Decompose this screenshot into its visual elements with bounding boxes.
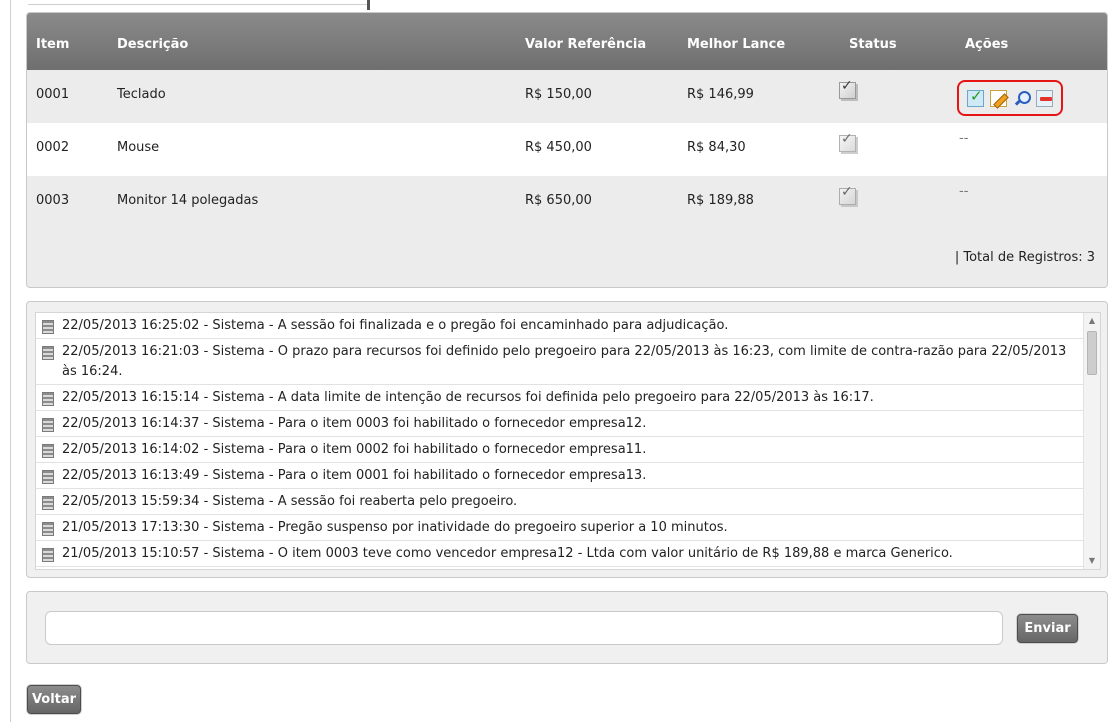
zoom-icon[interactable] [1013, 90, 1031, 107]
items-table-panel: Item Descrição Valor Referência Melhor L… [26, 12, 1108, 288]
scroll-thumb[interactable] [1087, 331, 1097, 375]
top-divider [28, 0, 370, 10]
scroll-up-arrow-icon[interactable]: ▲ [1084, 313, 1100, 329]
log-text: 21/05/2013 17:13:30 - Sistema - Pregão s… [62, 520, 728, 535]
log-list: 22/05/2013 16:25:02 - Sistema - A sessão… [36, 313, 1084, 567]
cell-item: 0002 [36, 140, 70, 155]
document-icon [42, 418, 54, 432]
cell-acoes: -- [959, 131, 969, 146]
log-panel: 22/05/2013 16:25:02 - Sistema - A sessão… [26, 301, 1108, 578]
status-cell [839, 184, 856, 209]
cell-descricao: Monitor 14 polegadas [117, 193, 259, 208]
page-left-border [10, 0, 11, 722]
cell-melhor-lance: R$ 84,30 [687, 140, 746, 155]
log-entry: 22/05/2013 16:15:14 - Sistema - A data l… [36, 385, 1084, 411]
actions-highlight [957, 80, 1063, 116]
log-text: 22/05/2013 15:59:34 - Sistema - A sessão… [62, 494, 518, 509]
cell-melhor-lance: R$ 189,88 [687, 193, 754, 208]
document-icon [42, 470, 54, 484]
header-melhor-lance: Melhor Lance [687, 37, 786, 52]
log-text: 22/05/2013 16:21:03 - Sistema - O prazo … [62, 344, 1067, 379]
log-text: 22/05/2013 16:13:49 - Sistema - Para o i… [62, 468, 647, 483]
checklist-icon [839, 184, 856, 205]
table-row: 0001 Teclado R$ 150,00 R$ 146,99 [27, 70, 1107, 123]
cell-valor-referencia: R$ 650,00 [525, 193, 592, 208]
checklist-icon [839, 78, 856, 99]
approve-icon[interactable] [967, 87, 984, 107]
document-icon [42, 496, 54, 510]
document-icon [42, 392, 54, 406]
log-entry: 22/05/2013 15:59:34 - Sistema - A sessão… [36, 489, 1084, 515]
table-header: Item Descrição Valor Referência Melhor L… [27, 13, 1107, 70]
log-entry: 22/05/2013 16:21:03 - Sistema - O prazo … [36, 339, 1084, 385]
log-scrollbar[interactable]: ▲ ▼ [1083, 313, 1100, 569]
remove-icon[interactable] [1036, 89, 1053, 107]
log-list-container[interactable]: 22/05/2013 16:25:02 - Sistema - A sessão… [35, 312, 1101, 570]
cell-descricao: Teclado [117, 87, 166, 102]
cell-acoes: -- [959, 184, 969, 199]
cell-valor-referencia: R$ 450,00 [525, 140, 592, 155]
header-status: Status [849, 37, 897, 52]
total-registros: | Total de Registros: 3 [954, 250, 1095, 265]
scroll-down-arrow-icon[interactable]: ▼ [1084, 553, 1100, 569]
header-descricao: Descrição [117, 37, 189, 52]
actions-cell [957, 80, 1063, 116]
header-item: Item [36, 37, 70, 52]
document-icon [42, 522, 54, 536]
header-acoes: Ações [965, 37, 1009, 52]
message-input[interactable] [45, 611, 1003, 645]
log-entry: 21/05/2013 17:13:30 - Sistema - Pregão s… [36, 515, 1084, 541]
edit-icon[interactable] [990, 89, 1007, 107]
cell-melhor-lance: R$ 146,99 [687, 87, 754, 102]
log-text: 21/05/2013 15:10:57 - Sistema - O item 0… [62, 546, 953, 561]
log-entry: 21/05/2013 15:10:57 - Sistema - O item 0… [36, 541, 1084, 567]
document-icon [42, 346, 54, 360]
table-row: 0003 Monitor 14 polegadas R$ 650,00 R$ 1… [27, 176, 1107, 229]
status-cell [839, 78, 856, 103]
cell-item: 0001 [36, 87, 70, 102]
document-icon [42, 444, 54, 458]
log-text: 22/05/2013 16:15:14 - Sistema - A data l… [62, 390, 874, 405]
log-text: 22/05/2013 16:14:37 - Sistema - Para o i… [62, 416, 647, 431]
send-button[interactable]: Enviar [1017, 614, 1078, 643]
log-text: 22/05/2013 16:25:02 - Sistema - A sessão… [62, 318, 729, 333]
log-entry: 22/05/2013 16:13:49 - Sistema - Para o i… [36, 463, 1084, 489]
checklist-icon [839, 131, 856, 152]
log-entry: 22/05/2013 16:25:02 - Sistema - A sessão… [36, 313, 1084, 339]
table-row: 0002 Mouse R$ 450,00 R$ 84,30 -- [27, 123, 1107, 176]
cell-descricao: Mouse [117, 140, 160, 155]
log-entry: 22/05/2013 16:14:02 - Sistema - Para o i… [36, 437, 1084, 463]
back-button[interactable]: Voltar [27, 685, 81, 714]
document-icon [42, 548, 54, 562]
header-valor-referencia: Valor Referência [525, 37, 647, 52]
log-text: 22/05/2013 16:14:02 - Sistema - Para o i… [62, 442, 647, 457]
log-entry: 22/05/2013 16:14:37 - Sistema - Para o i… [36, 411, 1084, 437]
document-icon [42, 320, 54, 334]
message-panel: Enviar [26, 591, 1108, 664]
cell-valor-referencia: R$ 150,00 [525, 87, 592, 102]
cell-item: 0003 [36, 193, 70, 208]
status-cell [839, 131, 856, 156]
